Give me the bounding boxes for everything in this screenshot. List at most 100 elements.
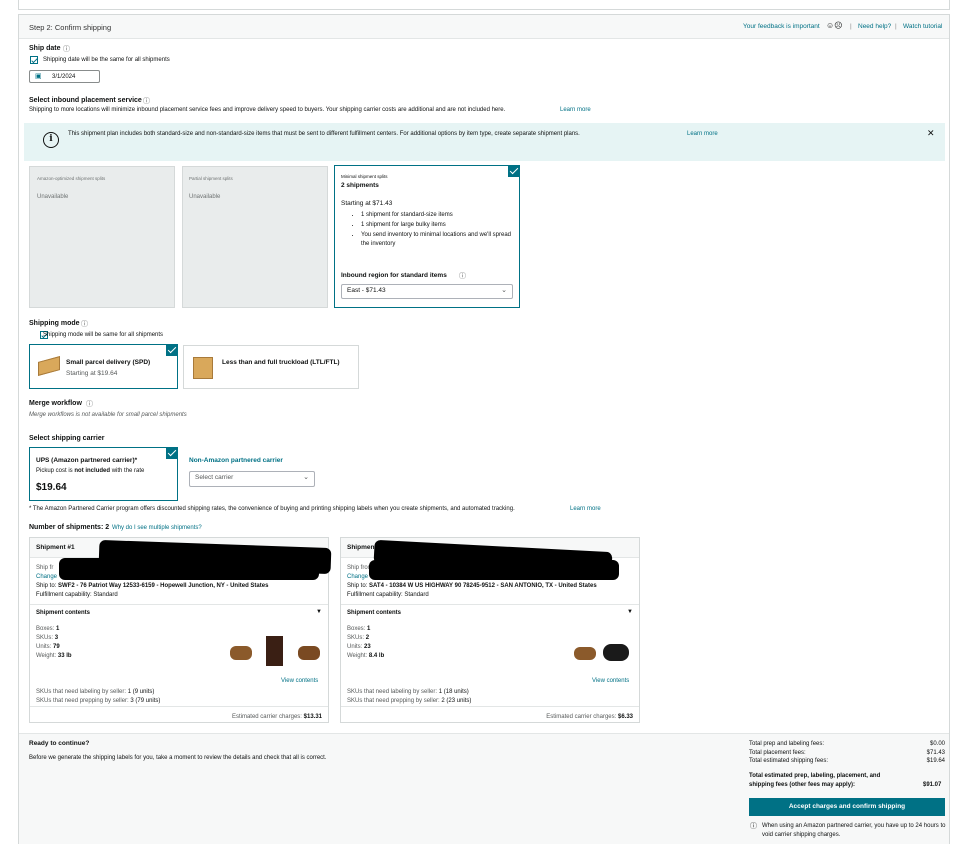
feedback-link[interactable]: Your feedback is important: [743, 23, 820, 30]
accept-charges-button[interactable]: Accept charges and confirm shipping: [749, 798, 945, 816]
capability: Fulfillment capability: Standard: [36, 592, 118, 598]
header-separator: |: [850, 23, 852, 30]
info-alert-learn-more-link[interactable]: Learn more: [687, 131, 718, 137]
carrier-label: Select shipping carrier: [29, 435, 105, 442]
parcel-box-icon: [38, 356, 60, 376]
estimated-charges: Estimated carrier charges: $13.31: [231, 714, 322, 720]
shipping-mode-ltl[interactable]: Less than and full truckload (LTL/FTL): [183, 345, 359, 389]
change-link[interactable]: Change: [36, 574, 57, 580]
contents-label: Shipment contents: [347, 610, 402, 616]
option-starting-price: Starting at $71.43: [341, 200, 393, 207]
product-thumbnail-belt: [298, 646, 320, 660]
product-thumbnail-belt: [603, 644, 629, 661]
non-partnered-title: Non-Amazon partnered carrier: [189, 457, 283, 464]
ship-date-label: Ship date: [29, 45, 61, 52]
shipment-title: Shipment #1: [36, 544, 75, 551]
info-icon[interactable]: ⓘ: [86, 399, 93, 409]
region-label: Inbound region for standard items: [341, 272, 447, 279]
region-select[interactable]: East - $71.43 ⌄: [341, 284, 513, 299]
caret-down-icon[interactable]: ▼: [316, 609, 322, 615]
carrier-select[interactable]: Select carrier ⌄: [189, 471, 315, 487]
option-bullets: 1 shipment for standard-size items 1 shi…: [349, 211, 514, 250]
ship-from: Ship fr: [36, 565, 54, 571]
ship-date-value: 3/1/2024: [52, 74, 76, 80]
contents-label: Shipment contents: [36, 610, 91, 616]
info-alert-text: This shipment plan includes both standar…: [68, 131, 580, 137]
bullet-item: 1 shipment for standard-size items: [361, 211, 514, 220]
option-status: Unavailable: [189, 194, 221, 200]
step-title: Step 2: Confirm shipping: [29, 23, 112, 32]
labeling-prepping: SKUs that need labeling by seller: 1 (18…: [347, 689, 472, 704]
labeling-prepping: SKUs that need labeling by seller: 1 (9 …: [36, 689, 161, 704]
carrier-select-placeholder: Select carrier: [195, 474, 234, 481]
carrier-ups[interactable]: UPS (Amazon partnered carrier)* Pickup c…: [29, 447, 178, 501]
chevron-down-icon: ⌄: [501, 287, 507, 294]
ready-title: Ready to continue?: [29, 740, 90, 747]
product-thumbnail-belt: [574, 647, 596, 660]
merge-label: Merge workflow: [29, 400, 82, 407]
capability: Fulfillment capability: Standard: [347, 592, 429, 598]
ship-date-input[interactable]: ▣ 3/1/2024: [29, 70, 100, 83]
selected-check-icon: [166, 447, 178, 459]
ups-price: $19.64: [36, 482, 67, 493]
product-thumbnail-belt: [230, 646, 252, 660]
need-help-link[interactable]: Need help?: [858, 23, 891, 30]
selected-check-icon: [166, 344, 178, 356]
info-icon[interactable]: ⓘ: [459, 271, 466, 281]
divider: [341, 604, 639, 605]
placement-option-minimal[interactable]: Minimal shipment splits 2 shipments Star…: [334, 165, 520, 308]
shipping-mode-same-label: Shipping mode will be same for all shipm…: [43, 332, 164, 338]
watch-tutorial-link[interactable]: Watch tutorial: [903, 23, 943, 30]
close-icon[interactable]: ✕: [927, 128, 935, 139]
fee-row: Total estimated shipping fees: $19.64: [749, 758, 945, 764]
footer-panel: Ready to continue? Before we generate th…: [19, 733, 949, 844]
region-select-value: East - $71.43: [347, 287, 386, 294]
shipping-mode-spd[interactable]: Small parcel delivery (SPD) Starting at …: [29, 344, 178, 389]
info-circle-icon: i: [43, 132, 59, 148]
total-value: $91.07: [923, 782, 942, 788]
fees-summary: Total prep and labeling fees: $0.00 Total…: [749, 740, 945, 766]
ship-date-same-label: Shipping date will be the same for all s…: [43, 57, 170, 63]
view-contents-link[interactable]: View contents: [592, 678, 629, 684]
info-icon[interactable]: ⓘ: [81, 319, 88, 329]
header-separator: |: [895, 23, 897, 30]
previous-step-panel: [18, 0, 950, 10]
fee-row: Total prep and labeling fees: $0.00: [749, 741, 945, 747]
carrier-learn-more-link[interactable]: Learn more: [570, 506, 601, 512]
change-link[interactable]: Change: [347, 574, 368, 580]
feedback-smiley-icons[interactable]: ☺☹: [826, 21, 843, 30]
option-title: Amazon-optimized shipment splits: [37, 176, 106, 181]
contents-stats: Boxes: 1 SKUs: 2 Units: 23 Weight: 8.4 l…: [347, 626, 385, 659]
option-status: Unavailable: [37, 194, 69, 200]
fee-row: Total placement fees: $71.43: [749, 749, 945, 756]
placement-learn-more-link[interactable]: Learn more: [560, 107, 591, 113]
option-count: 2 shipments: [341, 182, 379, 189]
pallet-boxes-icon: [193, 357, 213, 379]
why-multiple-link[interactable]: Why do I see multiple shipments?: [112, 525, 202, 531]
ups-title: UPS (Amazon partnered carrier)*: [36, 457, 138, 464]
total-label: Total estimated prep, labeling, placemen…: [749, 773, 881, 788]
product-thumbnail-wallet: [266, 636, 283, 666]
redaction-mark: [59, 558, 319, 580]
chevron-down-icon: ⌄: [303, 474, 309, 481]
merge-note: Merge workflows is not available for sma…: [29, 412, 187, 418]
contents-stats: Boxes: 1 SKUs: 3 Units: 79 Weight: 33 lb: [36, 626, 72, 659]
redaction-mark: [369, 560, 619, 580]
calendar-icon[interactable]: ▣: [35, 72, 42, 80]
option-title: Partial shipment splits: [189, 176, 233, 181]
estimated-charges: Estimated carrier charges: $6.33: [546, 714, 633, 720]
bullet-item: You send inventory to minimal locations …: [361, 231, 514, 249]
caret-down-icon[interactable]: ▼: [627, 609, 633, 615]
step-header: Step 2: Confirm shipping Your feedback i…: [19, 15, 949, 39]
ready-desc: Before we generate the shipping labels f…: [29, 755, 327, 761]
step-2-panel: Step 2: Confirm shipping Your feedback i…: [18, 14, 950, 844]
ship-to: Ship to: SAT4 - 10384 W US HIGHWAY 90 78…: [347, 583, 597, 589]
view-contents-link[interactable]: View contents: [281, 678, 318, 684]
num-shipments-label: Number of shipments: 2: [29, 524, 110, 531]
divider: [30, 604, 328, 605]
ups-sub: Pickup cost is not included with the rat…: [36, 468, 145, 474]
info-icon[interactable]: ⓘ: [143, 96, 150, 106]
ship-date-same-checkbox[interactable]: [30, 56, 38, 64]
spd-title: Small parcel delivery (SPD): [66, 359, 151, 366]
info-icon[interactable]: ⓘ: [63, 44, 70, 54]
